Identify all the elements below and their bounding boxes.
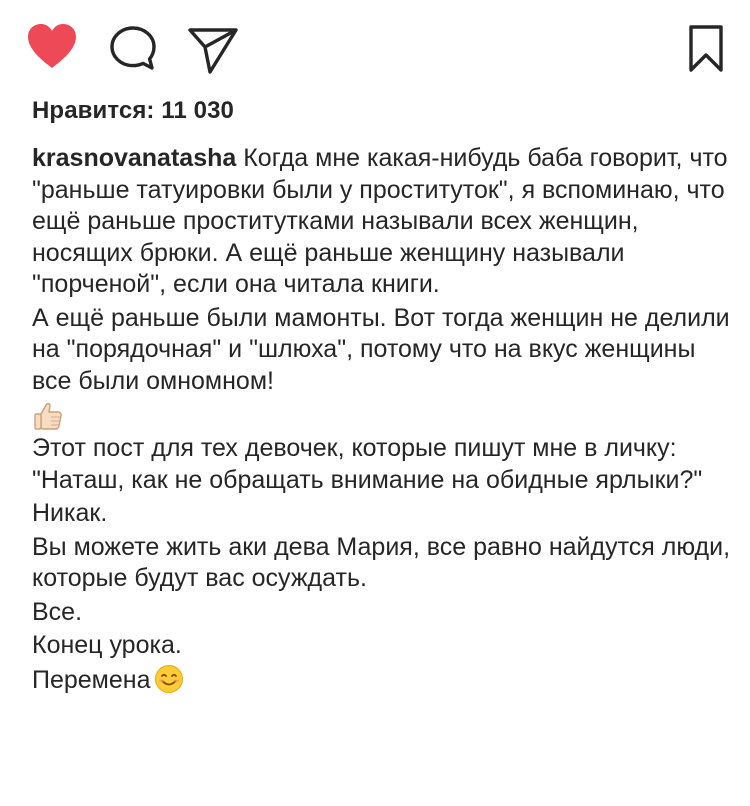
caption-text: Перемена <box>32 665 151 694</box>
caption-last-line: Перемена <box>32 664 732 697</box>
caption-paragraph: Этот пост для тех девочек, которые пишут… <box>32 434 703 494</box>
caption-paragraph: Все. <box>32 597 83 626</box>
username-link[interactable]: krasnovanatasha <box>32 144 236 172</box>
heart-filled-icon[interactable] <box>24 22 80 70</box>
thumbs-up-emoji-icon <box>32 401 64 431</box>
caption-paragraph: А ещё раньше были мамонты. Вот тогда жен… <box>32 303 730 395</box>
paper-plane-icon[interactable] <box>186 24 240 76</box>
smiling-face-emoji-icon <box>154 664 184 694</box>
bookmark-icon[interactable] <box>686 24 726 74</box>
likes-count[interactable]: Нравится: 11 030 <box>32 97 234 125</box>
caption-paragraph: Вы можете жить аки дева Мария, все равно… <box>32 532 731 593</box>
post-action-bar <box>0 0 750 90</box>
caption-paragraph: krasnovanatasha Когда мне какая-нибудь б… <box>32 143 732 301</box>
post-caption: krasnovanatasha Когда мне какая-нибудь б… <box>32 143 732 698</box>
comment-bubble-icon[interactable] <box>108 24 158 72</box>
caption-emoji-line <box>32 399 732 431</box>
caption-paragraph: Конец урока. <box>32 631 182 660</box>
caption-paragraph: Никак. <box>32 499 108 528</box>
